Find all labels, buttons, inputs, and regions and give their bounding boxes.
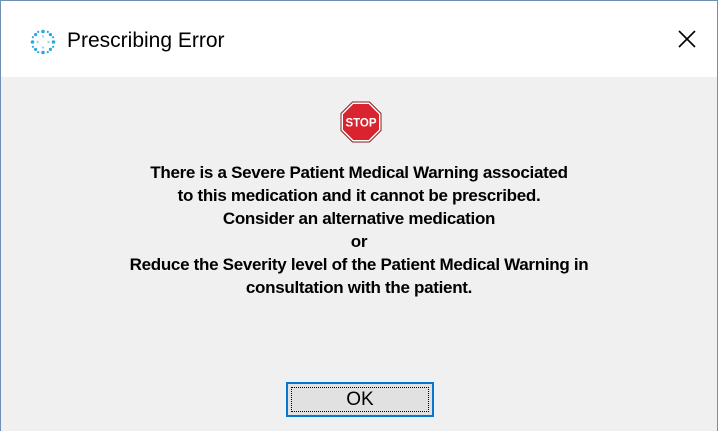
ok-button[interactable]: OK <box>286 382 434 417</box>
ok-button-label: OK <box>291 387 429 412</box>
stop-sign-icon: STOP <box>340 101 382 143</box>
prescribing-error-dialog: Prescribing Error STOP There is a Severe… <box>0 0 718 431</box>
warning-message: There is a Severe Patient Medical Warnin… <box>1 161 717 299</box>
window-title: Prescribing Error <box>67 29 225 52</box>
message-line-1: There is a Severe Patient Medical Warnin… <box>150 163 568 182</box>
message-line-5: Reduce the Severity level of the Patient… <box>129 255 589 274</box>
stop-label: STOP <box>345 118 376 130</box>
message-line-2: to this medication and it cannot be pres… <box>177 186 541 205</box>
message-line-3: Consider an alternative medication <box>222 209 496 228</box>
close-icon <box>678 30 696 48</box>
app-sparkle-icon <box>30 29 56 55</box>
title-bar[interactable]: Prescribing Error <box>1 1 717 77</box>
message-line-6: consultation with the patient. <box>245 278 473 297</box>
close-button[interactable] <box>657 1 717 77</box>
message-line-4: or <box>350 232 368 251</box>
